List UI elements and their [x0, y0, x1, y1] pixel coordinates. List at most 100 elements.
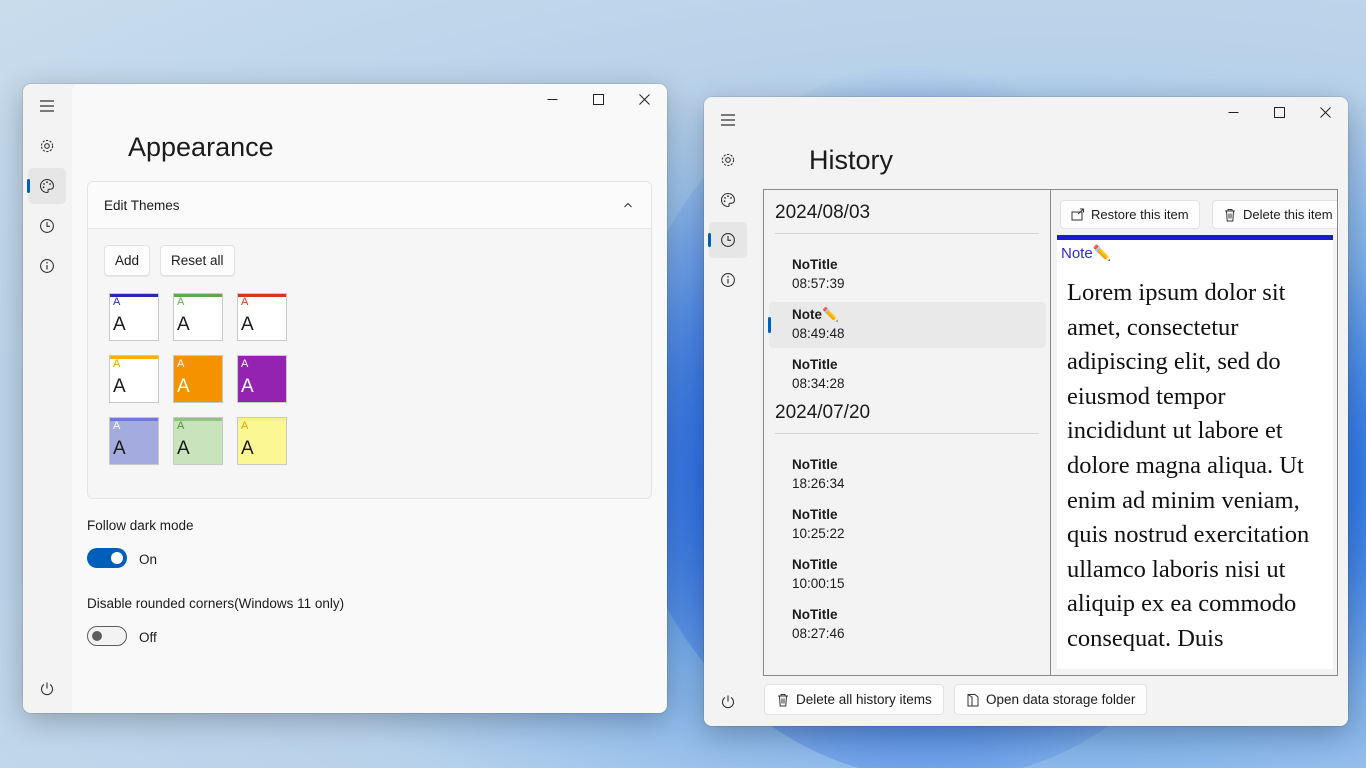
minimize-button[interactable]	[529, 84, 575, 114]
gear-icon	[40, 139, 54, 153]
maximize-icon	[592, 93, 604, 105]
history-list-item[interactable]: Note✏️ 08:49:48	[768, 302, 1046, 348]
power-icon	[721, 695, 735, 709]
close-button[interactable]	[1302, 97, 1348, 127]
history-item-title: NoTitle	[792, 507, 838, 522]
maximize-button[interactable]	[1256, 97, 1302, 127]
restore-item-label: Restore this item	[1091, 207, 1189, 222]
swatch-title-sample: A	[177, 296, 185, 308]
history-window: History 2024/08/03 NoTitle 08:57:39 Note✏️ 0…	[704, 97, 1348, 726]
swatch-body-sample: A	[241, 376, 254, 397]
rounded-corners-state: Off	[139, 630, 157, 645]
delete-all-history-button[interactable]: Delete all history items	[764, 684, 944, 715]
nav-rail	[704, 97, 753, 726]
history-item-time: 08:57:39	[792, 276, 845, 291]
palette-icon	[720, 192, 736, 208]
minimize-button[interactable]	[1210, 97, 1256, 127]
theme-swatch[interactable]: AA	[237, 293, 287, 341]
history-item-title: Note✏️	[792, 307, 839, 322]
theme-swatch[interactable]: AA	[173, 355, 223, 403]
history-list-item[interactable]: NoTitle 18:26:34	[769, 452, 1046, 498]
note-title: Note✏️	[1061, 245, 1112, 262]
hamburger-menu-button[interactable]	[709, 102, 747, 138]
add-theme-button[interactable]: Add	[104, 245, 151, 276]
open-data-folder-button[interactable]: Open data storage folder	[954, 684, 1148, 715]
swatch-body-sample: A	[241, 314, 254, 335]
trash-icon	[1225, 208, 1235, 221]
open-folder-label: Open data storage folder	[986, 692, 1136, 707]
history-list-item[interactable]: NoTitle 10:00:15	[769, 552, 1046, 598]
folder-open-icon	[967, 693, 979, 706]
history-item-title: NoTitle	[792, 257, 838, 272]
swatch-title-sample: A	[113, 358, 121, 370]
trash-icon	[778, 693, 788, 706]
edit-themes-expander: Edit Themes Add Reset all AAAAAAAAAAAAAA…	[87, 181, 652, 499]
nav-settings[interactable]	[709, 142, 747, 178]
expander-header-label: Edit Themes	[104, 197, 180, 213]
follow-dark-mode-state: On	[139, 552, 158, 567]
rounded-corners-toggle[interactable]	[87, 626, 127, 646]
follow-dark-mode-toggle[interactable]	[87, 548, 127, 568]
chevron-up-icon	[624, 202, 632, 208]
nav-rail	[23, 84, 72, 713]
history-list-item[interactable]: NoTitle 08:57:39	[769, 252, 1046, 298]
swatch-body-sample: A	[113, 438, 126, 459]
clock-icon	[40, 219, 54, 233]
nav-appearance[interactable]	[27, 168, 66, 204]
history-list-item[interactable]: NoTitle 10:25:22	[769, 502, 1046, 548]
history-list-item[interactable]: NoTitle 08:27:46	[769, 602, 1046, 648]
follow-dark-mode-label: Follow dark mode	[87, 518, 194, 533]
theme-swatch[interactable]: AA	[237, 355, 287, 403]
nav-history[interactable]	[28, 208, 66, 244]
nav-about[interactable]	[28, 248, 66, 284]
restore-item-button[interactable]: Restore this item	[1060, 200, 1200, 229]
history-detail: Restore this item Delete this item Note✏…	[1052, 190, 1337, 675]
history-item-title: NoTitle	[792, 357, 838, 372]
info-icon	[721, 273, 735, 287]
hamburger-icon	[40, 100, 54, 112]
history-item-time: 08:34:28	[792, 376, 845, 391]
close-button[interactable]	[621, 84, 667, 114]
nav-settings[interactable]	[28, 128, 66, 164]
history-list: 2024/08/03 NoTitle 08:57:39 Note✏️ 08:49:48 N…	[764, 190, 1051, 675]
history-item-time: 10:25:22	[792, 526, 845, 541]
swatch-title-sample: A	[241, 358, 249, 370]
theme-swatch[interactable]: AA	[109, 293, 159, 341]
maximize-button[interactable]	[575, 84, 621, 114]
theme-swatch[interactable]: AA	[173, 417, 223, 465]
hamburger-menu-button[interactable]	[28, 88, 66, 124]
history-item-title: NoTitle	[792, 607, 838, 622]
theme-swatch[interactable]: AA	[109, 417, 159, 465]
reset-all-button[interactable]: Reset all	[160, 245, 235, 276]
appearance-content: Appearance Edit Themes Add Reset all AAA…	[72, 84, 667, 713]
maximize-icon	[1273, 106, 1285, 118]
swatch-title-sample: A	[113, 420, 121, 432]
delete-item-button[interactable]: Delete this item	[1212, 200, 1337, 229]
nav-exit[interactable]	[28, 671, 66, 707]
delete-item-label: Delete this item	[1243, 207, 1333, 222]
history-item-title: NoTitle	[792, 557, 838, 572]
theme-swatch[interactable]: AA	[173, 293, 223, 341]
nav-appearance[interactable]	[709, 182, 747, 218]
swatch-body-sample: A	[113, 376, 126, 397]
nav-exit[interactable]	[709, 684, 747, 720]
swatch-title-sample: A	[241, 296, 249, 308]
page-title: Appearance	[128, 132, 274, 162]
delete-all-label: Delete all history items	[796, 692, 932, 707]
theme-swatch[interactable]: AA	[237, 417, 287, 465]
swatch-body-sample: A	[241, 438, 254, 459]
hamburger-icon	[721, 114, 735, 126]
history-group-date: 2024/07/20	[775, 402, 871, 423]
expander-header[interactable]: Edit Themes	[88, 182, 651, 229]
nav-about[interactable]	[709, 262, 747, 298]
rounded-corners-label: Disable rounded corners(Windows 11 only)	[87, 596, 345, 611]
clock-icon	[721, 233, 735, 247]
appearance-window: Appearance Edit Themes Add Reset all AAA…	[23, 84, 667, 713]
nav-history[interactable]	[708, 222, 747, 258]
gear-icon	[721, 153, 735, 167]
palette-icon	[39, 178, 55, 194]
history-list-item[interactable]: NoTitle 08:34:28	[769, 352, 1046, 398]
history-item-time: 08:27:46	[792, 626, 845, 641]
theme-swatch[interactable]: AA	[109, 355, 159, 403]
swatch-body-sample: A	[177, 376, 190, 397]
